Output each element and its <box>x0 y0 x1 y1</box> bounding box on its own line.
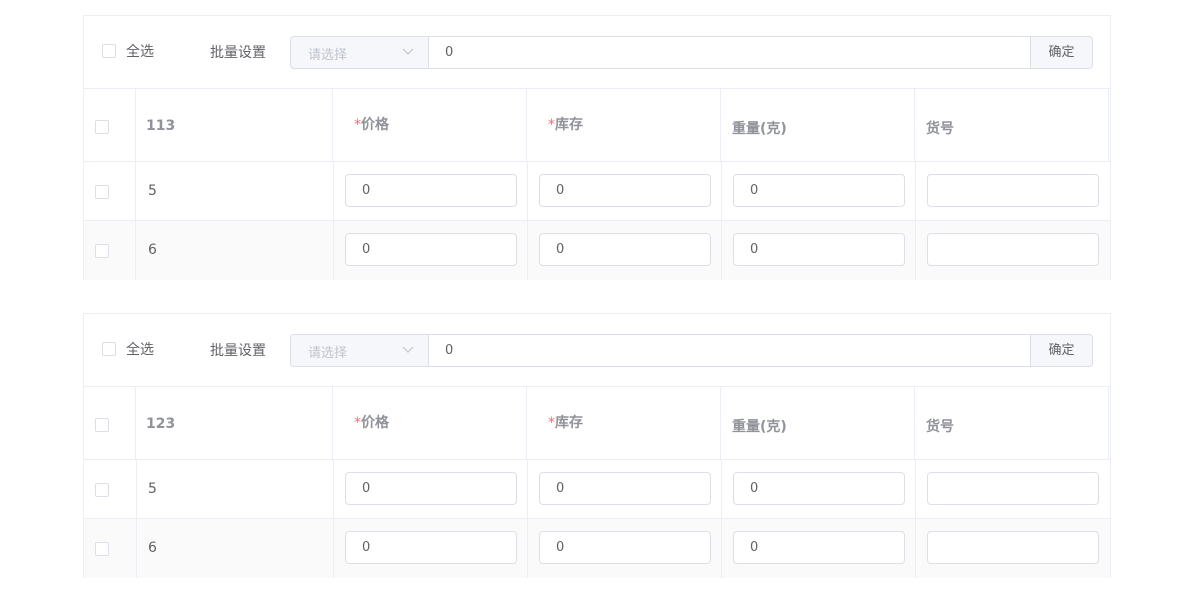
row-label: 5 <box>148 183 157 199</box>
price-input[interactable]: 0 <box>345 174 517 207</box>
batch-set-label: 批量设置 <box>210 343 266 359</box>
sku-input[interactable] <box>927 174 1099 207</box>
row-label: 6 <box>148 242 157 258</box>
row-checkbox[interactable] <box>95 483 109 497</box>
sku-input[interactable] <box>927 531 1099 564</box>
column-header-price: *价格 <box>354 117 389 133</box>
spec-group-name: 123 <box>146 416 176 432</box>
batch-toolbar: 全选 批量设置 请选择 0 确定 <box>84 16 1110 89</box>
chevron-down-icon <box>402 346 414 353</box>
batch-field-select[interactable]: 请选择 <box>290 36 429 69</box>
row-label: 6 <box>148 540 157 556</box>
confirm-button[interactable]: 确定 <box>1030 334 1093 367</box>
select-all-label[interactable]: 全选 <box>126 339 154 359</box>
column-header-weight: 重量(克) <box>732 419 787 435</box>
price-input[interactable]: 0 <box>345 472 517 505</box>
column-header-sku: 货号 <box>926 419 954 435</box>
sku-input[interactable] <box>927 472 1099 505</box>
select-placeholder: 请选择 <box>308 346 348 361</box>
batch-field-select[interactable]: 请选择 <box>290 334 429 367</box>
chevron-down-icon <box>402 48 414 55</box>
spec-group-name: 113 <box>146 118 176 134</box>
table-row: 6 0 0 0 <box>84 221 1110 280</box>
price-input[interactable]: 0 <box>345 531 517 564</box>
row-checkbox[interactable] <box>95 244 109 258</box>
select-all-label[interactable]: 全选 <box>126 41 154 61</box>
header-checkbox[interactable] <box>95 418 109 432</box>
table-row: 5 0 0 0 <box>84 460 1110 519</box>
batch-value-input[interactable]: 0 <box>428 334 1031 367</box>
table-row: 5 0 0 0 <box>84 162 1110 221</box>
stock-input[interactable]: 0 <box>539 233 711 266</box>
column-header-stock: *库存 <box>548 117 583 133</box>
weight-input[interactable]: 0 <box>733 472 905 505</box>
stock-input[interactable]: 0 <box>539 531 711 564</box>
row-checkbox[interactable] <box>95 542 109 556</box>
select-all-checkbox[interactable] <box>102 44 116 58</box>
column-header-stock: *库存 <box>548 415 583 431</box>
batch-set-label: 批量设置 <box>210 45 266 61</box>
table-header-row: 123 *价格 *库存 重量(克) 货号 <box>84 387 1110 460</box>
spec-group-panel: 全选 批量设置 请选择 0 确定 113 *价格 *库存 重量(克) 货号 5 <box>83 15 1111 280</box>
row-checkbox[interactable] <box>95 185 109 199</box>
spec-group-panel: 全选 批量设置 请选择 0 确定 123 *价格 *库存 重量(克) 货号 5 <box>83 313 1111 578</box>
table-header-row: 113 *价格 *库存 重量(克) 货号 <box>84 89 1110 162</box>
header-checkbox[interactable] <box>95 120 109 134</box>
row-label: 5 <box>148 481 157 497</box>
stock-input[interactable]: 0 <box>539 174 711 207</box>
column-header-weight: 重量(克) <box>732 121 787 137</box>
column-header-price: *价格 <box>354 415 389 431</box>
select-placeholder: 请选择 <box>308 48 348 63</box>
select-all-checkbox[interactable] <box>102 342 116 356</box>
sku-input[interactable] <box>927 233 1099 266</box>
table-row: 6 0 0 0 <box>84 519 1110 578</box>
stock-input[interactable]: 0 <box>539 472 711 505</box>
price-input[interactable]: 0 <box>345 233 517 266</box>
weight-input[interactable]: 0 <box>733 233 905 266</box>
batch-toolbar: 全选 批量设置 请选择 0 确定 <box>84 314 1110 387</box>
column-header-sku: 货号 <box>926 121 954 137</box>
weight-input[interactable]: 0 <box>733 531 905 564</box>
weight-input[interactable]: 0 <box>733 174 905 207</box>
batch-value-input[interactable]: 0 <box>428 36 1031 69</box>
confirm-button[interactable]: 确定 <box>1030 36 1093 69</box>
